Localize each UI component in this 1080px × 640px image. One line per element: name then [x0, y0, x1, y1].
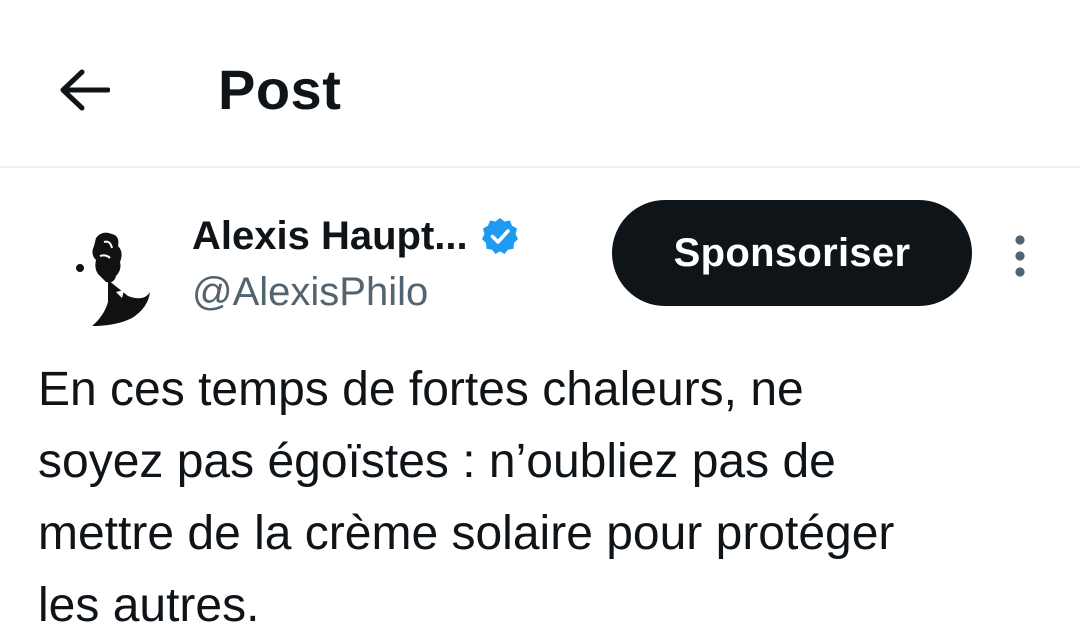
page-title: Post: [218, 58, 342, 121]
arrow-left-icon: [60, 69, 110, 111]
author-portrait-image: [58, 218, 170, 330]
sponsor-button[interactable]: Sponsoriser: [612, 200, 972, 306]
post-text: En ces temps de fortes chaleurs, ne soye…: [38, 363, 895, 632]
top-bar: Post: [0, 0, 1080, 168]
more-vertical-icon: [1015, 235, 1025, 277]
more-options-button[interactable]: [1000, 228, 1040, 284]
author-handle[interactable]: @AlexisPhilo: [192, 264, 520, 320]
verified-badge-icon[interactable]: [480, 216, 520, 256]
back-button[interactable]: [52, 58, 116, 122]
post-page: Post Alexis Haupt... @AlexisPhilo Sponso: [0, 0, 1080, 640]
author-name-row: Alexis Haupt...: [192, 210, 520, 262]
author-info: Alexis Haupt... @AlexisPhilo: [192, 210, 520, 320]
avatar[interactable]: [58, 218, 170, 330]
author-display-name[interactable]: Alexis Haupt...: [192, 210, 468, 262]
